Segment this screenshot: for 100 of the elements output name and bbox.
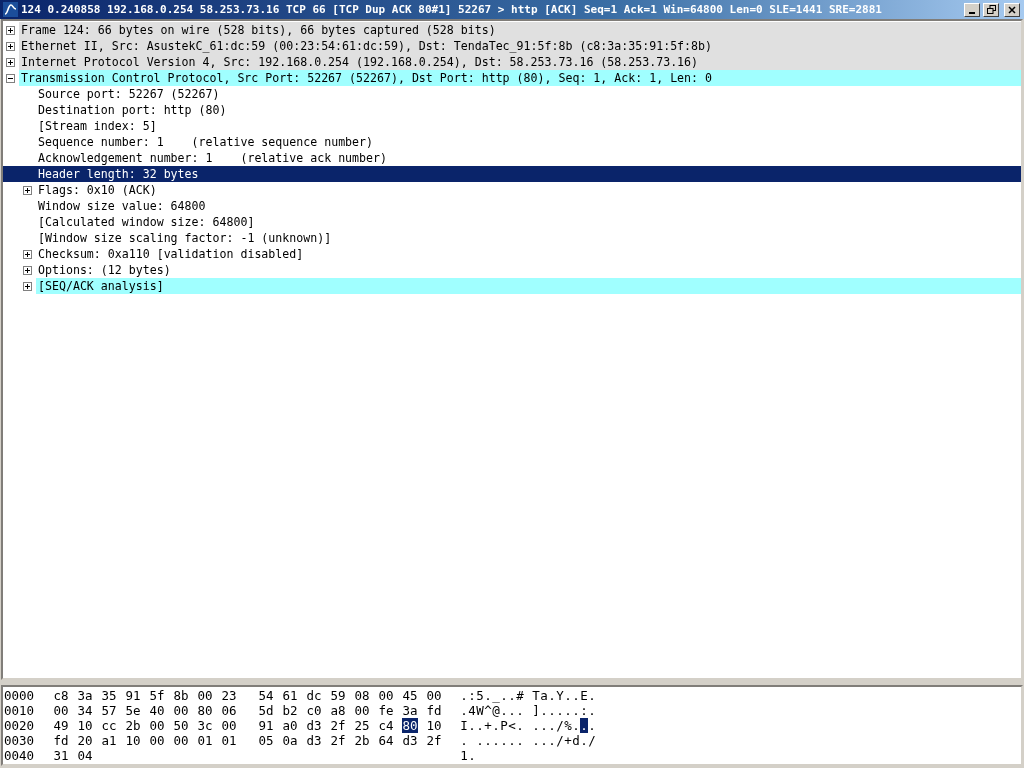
tree-row[interactable]: Source port: 52267 (52267) (3, 86, 1021, 102)
tree-label: [Window size scaling factor: -1 (unknown)] (37, 230, 333, 246)
tree-row[interactable]: [Stream index: 5] (3, 118, 1021, 134)
hex-byte: 35 (101, 688, 117, 703)
ascii-char: _ (492, 688, 500, 703)
hex-byte: d3 (402, 733, 418, 748)
tree-row-selected[interactable]: Header length: 32 bytes (3, 166, 1021, 182)
hex-byte: 5d (258, 703, 274, 718)
hex-byte: 80 (197, 703, 213, 718)
ascii-char: . (588, 688, 596, 703)
tree-label: Source port: 52267 (52267) (37, 86, 221, 102)
hex-byte: d3 (306, 733, 322, 748)
ascii-char: . (460, 688, 468, 703)
tree-row[interactable]: Sequence number: 1 (relative sequence number) (3, 134, 1021, 150)
hex-byte: 40 (149, 703, 165, 718)
ascii-char: . (580, 718, 588, 733)
tree-row[interactable]: Window size value: 64800 (3, 198, 1021, 214)
ascii-char: @ (492, 703, 500, 718)
ascii-char: . (508, 688, 516, 703)
ascii-char: + (484, 718, 492, 733)
minimize-button[interactable] (964, 2, 980, 17)
ascii-char: . (500, 733, 508, 748)
ascii-char: . (508, 733, 516, 748)
hex-byte: 80 (402, 718, 418, 733)
hex-byte: b2 (282, 703, 298, 718)
hex-byte: 01 (221, 733, 237, 748)
hex-byte: 49 (53, 718, 69, 733)
tree-row[interactable]: Acknowledgement number: 1 (relative ack number) (3, 150, 1021, 166)
expand-icon[interactable] (6, 41, 15, 51)
ascii-char: I (460, 718, 468, 733)
hex-byte: 00 (354, 703, 370, 718)
hex-byte: c8 (53, 688, 69, 703)
ascii-char: . (468, 718, 476, 733)
expand-icon[interactable] (6, 57, 15, 67)
ascii-char: 5 (476, 688, 484, 703)
hex-byte: 2f (426, 733, 442, 748)
ascii-char: + (564, 733, 572, 748)
hex-byte: a0 (282, 718, 298, 733)
tree-row[interactable]: Checksum: 0xa110 [validation disabled] (3, 246, 1021, 262)
tree-row[interactable]: [Calculated window size: 64800] (3, 214, 1021, 230)
hex-byte: d3 (306, 718, 322, 733)
hex-byte: 10 (77, 718, 93, 733)
hex-byte: 34 (77, 703, 93, 718)
tree-row[interactable]: Flags: 0x10 (ACK) (3, 182, 1021, 198)
ascii-char: . (540, 733, 548, 748)
hex-byte: 54 (258, 688, 274, 703)
ascii-char: ] (532, 703, 540, 718)
restore-button[interactable] (983, 2, 999, 17)
expand-icon[interactable] (23, 249, 32, 259)
hex-byte: 23 (221, 688, 237, 703)
expand-icon[interactable] (6, 25, 15, 35)
tree-label: Flags: 0x10 (ACK) (37, 182, 158, 198)
tree-label: Destination port: http (80) (37, 102, 228, 118)
tree-row[interactable]: Destination port: http (80) (3, 102, 1021, 118)
tree-row[interactable]: [Window size scaling factor: -1 (unknown)] (3, 230, 1021, 246)
hex-byte: 31 (53, 748, 69, 763)
ascii-char: 1 (460, 748, 468, 763)
ascii-char: . (564, 688, 572, 703)
hex-byte: 25 (354, 718, 370, 733)
minimize-icon (969, 11, 975, 14)
ascii-char: P (500, 718, 508, 733)
hex-byte: 3c (197, 718, 213, 733)
hex-byte: 91 (258, 718, 274, 733)
hex-byte: 08 (354, 688, 370, 703)
expand-icon[interactable] (23, 185, 32, 195)
tree-label: Sequence number: 1 (relative sequence number) (37, 134, 375, 150)
ascii-char: a (540, 688, 548, 703)
ascii-char: . (516, 733, 524, 748)
ascii-char: . (500, 703, 508, 718)
hex-byte: 00 (149, 733, 165, 748)
close-button[interactable] (1004, 2, 1020, 17)
ascii-char: # (516, 688, 524, 703)
ascii-char: / (588, 733, 596, 748)
hex-byte: 00 (149, 718, 165, 733)
ascii-char: . (580, 733, 588, 748)
hex-byte: 0a (282, 733, 298, 748)
app-icon (3, 2, 18, 17)
ascii-char: . (540, 718, 548, 733)
ascii-char: . (548, 703, 556, 718)
hex-byte: 64 (378, 733, 394, 748)
ascii-char: . (572, 688, 580, 703)
ascii-char: . (484, 688, 492, 703)
hex-byte: 10 (125, 733, 141, 748)
collapse-icon[interactable] (6, 73, 15, 83)
hex-byte: fd (426, 703, 442, 718)
hex-byte: 2f (330, 718, 346, 733)
hex-byte: fd (53, 733, 69, 748)
ascii-char: . (588, 718, 596, 733)
close-icon (1008, 5, 1016, 14)
ascii-char: . (564, 703, 572, 718)
ascii-char: ^ (484, 703, 492, 718)
ascii-char: 4 (468, 703, 476, 718)
tree-row[interactable]: Options: (12 bytes) (3, 262, 1021, 278)
hex-byte: a8 (330, 703, 346, 718)
ascii-char: / (556, 718, 564, 733)
hex-offset: 0030 (4, 733, 36, 748)
ascii-char: . (516, 718, 524, 733)
ascii-char: . (484, 733, 492, 748)
expand-icon[interactable] (23, 281, 32, 291)
expand-icon[interactable] (23, 265, 32, 275)
